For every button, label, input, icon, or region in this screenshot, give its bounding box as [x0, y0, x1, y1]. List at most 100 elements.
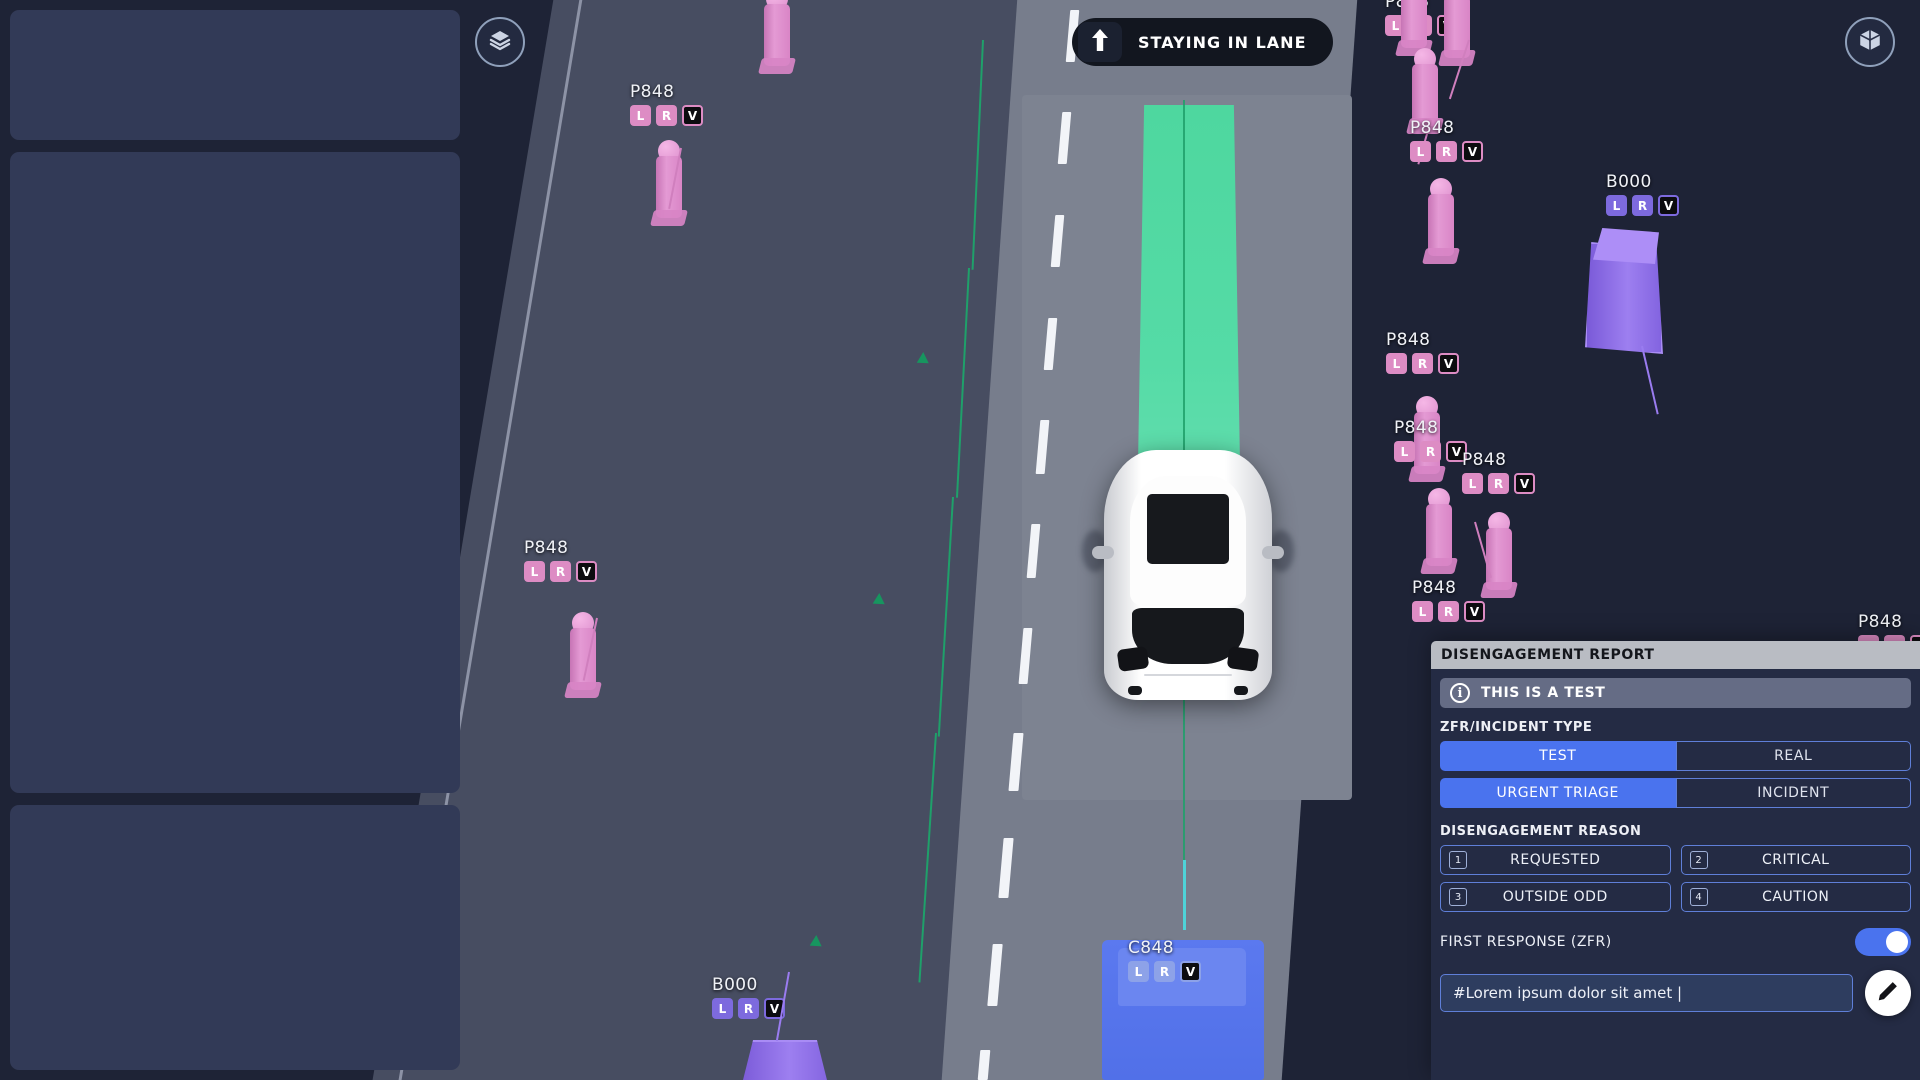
reason-button-caution[interactable]: 4 CAUTION: [1680, 882, 1911, 912]
test-mode-text: THIS IS A TEST: [1481, 685, 1606, 701]
badge-l[interactable]: L: [524, 561, 545, 582]
layers-toggle-button[interactable]: [475, 17, 525, 67]
badge-l[interactable]: L: [1128, 961, 1149, 982]
actor-id: C848: [1128, 938, 1174, 958]
actor-label: P848 L R V: [1394, 418, 1467, 462]
badge-r[interactable]: R: [1438, 601, 1459, 622]
badge-l[interactable]: L: [1606, 195, 1627, 216]
actor-badges: L R V: [1394, 441, 1467, 462]
cube-3d-icon: [1857, 27, 1883, 58]
pedestrian-body: [764, 4, 790, 66]
badge-v[interactable]: V: [1514, 473, 1535, 494]
note-input[interactable]: #Lorem ipsum dolor sit amet |: [1440, 974, 1853, 1012]
actor-id: P848: [524, 538, 569, 558]
actor-id: B000: [1606, 172, 1652, 192]
zfr-type-option-real[interactable]: REAL: [1675, 741, 1911, 771]
pedestrian-base: [1422, 248, 1460, 264]
headlight-left: [1116, 646, 1150, 672]
badge-r[interactable]: R: [1488, 473, 1509, 494]
actor-badges: L R V: [1410, 141, 1483, 162]
first-response-toggle[interactable]: [1855, 928, 1911, 956]
actor-badges: L R V: [524, 561, 597, 582]
foglight-right: [1234, 686, 1248, 695]
left-sidebar: [10, 10, 460, 1070]
mirror-left: [1092, 546, 1114, 559]
planned-path-corridor: [1138, 105, 1240, 465]
badge-r[interactable]: R: [1420, 441, 1441, 462]
keycap-2: 2: [1689, 851, 1708, 869]
badge-l[interactable]: L: [1410, 141, 1431, 162]
vehicle-hood-seam: [1144, 674, 1232, 676]
disengagement-reason-label: DISENGAGEMENT REASON: [1440, 824, 1642, 839]
badge-v[interactable]: V: [1464, 601, 1485, 622]
reason-button-requested[interactable]: 1 REQUESTED: [1440, 845, 1671, 875]
disengagement-reason-options: 1 REQUESTED 2 CRITICAL 3 OUTSIDE ODD 4 C…: [1440, 845, 1911, 912]
zfr-type-option-test[interactable]: TEST: [1440, 741, 1676, 771]
reason-label-critical: CRITICAL: [1762, 852, 1830, 868]
sidebar-panel-bottom[interactable]: [10, 805, 460, 1070]
badge-l[interactable]: L: [1412, 601, 1433, 622]
badge-l[interactable]: L: [1462, 473, 1483, 494]
badge-l[interactable]: L: [1394, 441, 1415, 462]
badge-v[interactable]: V: [1180, 961, 1201, 982]
ego-vehicle[interactable]: [1082, 450, 1294, 700]
badge-v[interactable]: V: [682, 105, 703, 126]
actor-label: C848 L R V: [1128, 938, 1201, 982]
app-root: P848 L R V P848 L R V L P848 L R V B000 …: [0, 0, 1920, 1080]
info-icon: i: [1450, 683, 1470, 703]
badge-v[interactable]: V: [1658, 195, 1679, 216]
reason-label-outside-odd: OUTSIDE ODD: [1502, 889, 1608, 905]
badge-r[interactable]: R: [1154, 961, 1175, 982]
keycap-4: 4: [1689, 888, 1708, 906]
actor-id: B000: [712, 975, 758, 995]
badge-v[interactable]: V: [576, 561, 597, 582]
actor-badges: L R V: [1128, 961, 1201, 982]
badge-v[interactable]: V: [1462, 141, 1483, 162]
box-roof: [1593, 228, 1659, 264]
badge-r[interactable]: R: [656, 105, 677, 126]
actor-id: P848: [630, 82, 675, 102]
vehicle-windshield: [1132, 608, 1244, 664]
mirror-right: [1262, 546, 1284, 559]
reason-label-caution: CAUTION: [1762, 889, 1830, 905]
badge-l[interactable]: L: [1386, 353, 1407, 374]
status-banner: STAYING IN LANE: [1072, 18, 1333, 66]
actor-label: P848 L R V: [1462, 450, 1535, 494]
headlight-right: [1226, 646, 1260, 672]
test-mode-banner: i THIS IS A TEST: [1440, 678, 1911, 708]
actor-label: P848 L R V: [1410, 118, 1483, 162]
badge-r[interactable]: R: [738, 998, 759, 1019]
reason-button-critical[interactable]: 2 CRITICAL: [1680, 845, 1911, 875]
disengagement-report-panel: DISENGAGEMENT REPORT i THIS IS A TEST ZF…: [1431, 641, 1920, 1080]
sidebar-panel-top[interactable]: [10, 10, 460, 140]
pedestrian-base: [1480, 582, 1518, 598]
sidebar-panel-middle[interactable]: [10, 152, 460, 793]
badge-r[interactable]: R: [1436, 141, 1457, 162]
note-input-row: #Lorem ipsum dolor sit amet |: [1440, 970, 1911, 1016]
edit-note-button[interactable]: [1865, 970, 1911, 1016]
reason-button-outside-odd[interactable]: 3 OUTSIDE ODD: [1440, 882, 1671, 912]
actor-label: P848 L R V: [1412, 578, 1485, 622]
actor-id: P848: [1386, 330, 1431, 350]
badge-l[interactable]: L: [712, 998, 733, 1019]
pedestrian-base: [1408, 466, 1446, 482]
pedestrian-base: [758, 58, 796, 74]
pedestrian-body: [1486, 528, 1512, 590]
badge-v[interactable]: V: [1438, 353, 1459, 374]
actor-label: P848 L R V: [524, 538, 597, 582]
actor-badges: L R V: [1462, 473, 1535, 494]
view-3d-toggle-button[interactable]: [1845, 17, 1895, 67]
badge-r[interactable]: R: [1632, 195, 1653, 216]
actor-badges: L R V: [1412, 601, 1485, 622]
report-header: DISENGAGEMENT REPORT: [1431, 641, 1920, 669]
centerline-arrow: [809, 934, 823, 947]
triage-option-urgent[interactable]: URGENT TRIAGE: [1440, 778, 1676, 808]
first-response-row: FIRST RESPONSE (ZFR): [1440, 928, 1911, 956]
badge-r[interactable]: R: [1412, 353, 1433, 374]
badge-l[interactable]: L: [630, 105, 651, 126]
pedestrian-base: [650, 210, 688, 226]
actor-badges: L R V: [1386, 353, 1459, 374]
triage-option-incident[interactable]: INCIDENT: [1675, 778, 1911, 808]
report-title: DISENGAGEMENT REPORT: [1441, 647, 1655, 663]
badge-r[interactable]: R: [550, 561, 571, 582]
